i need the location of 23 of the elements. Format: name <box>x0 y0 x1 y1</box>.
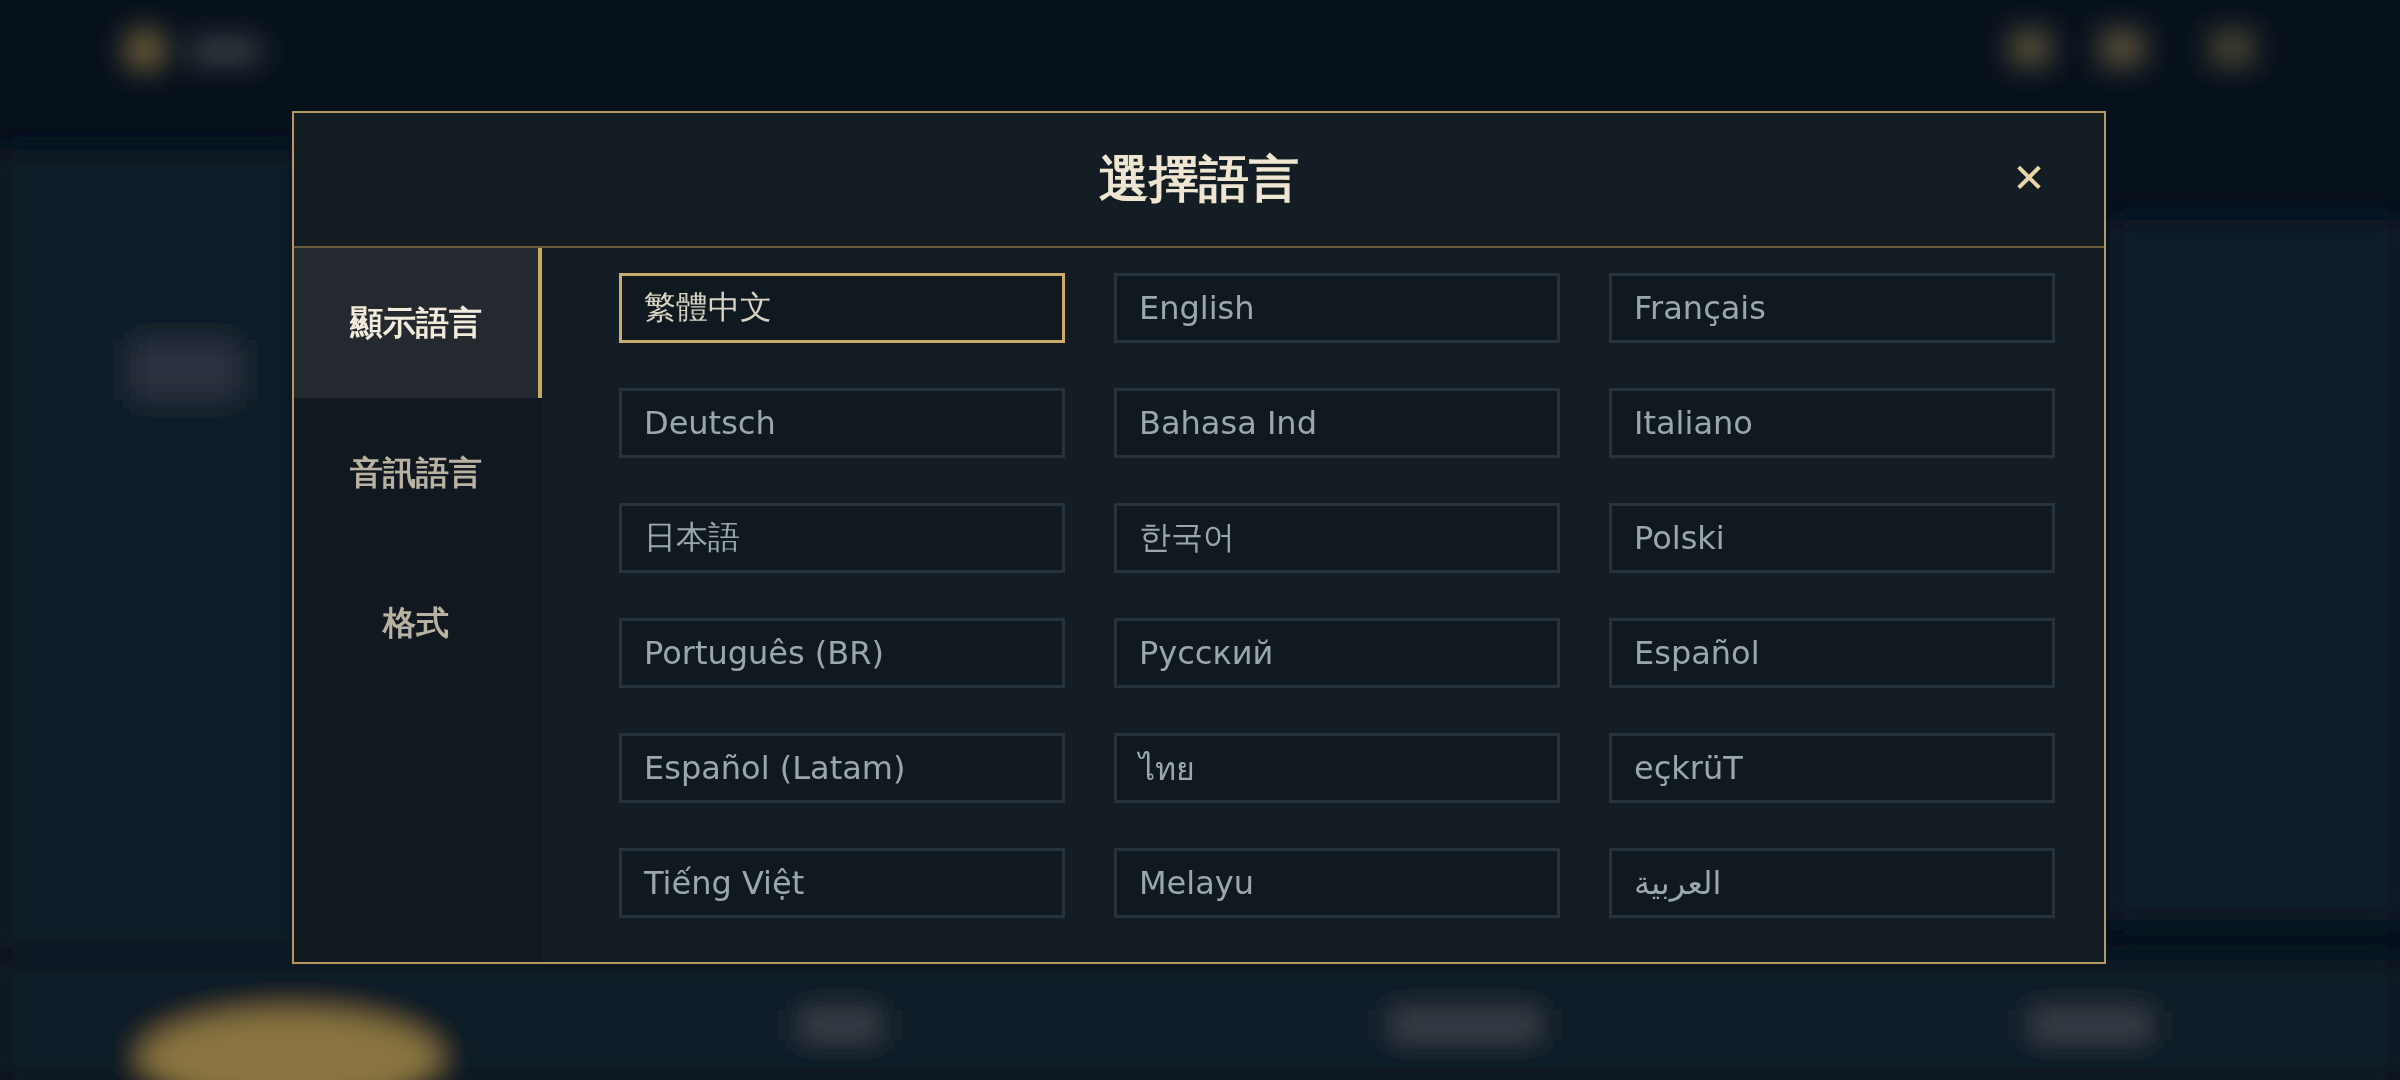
language-option[interactable]: 繁體中文 <box>619 273 1065 343</box>
language-option[interactable]: Français <box>1609 273 2055 343</box>
language-option[interactable]: eçkrüT <box>1609 733 2055 803</box>
language-option[interactable]: Deutsch <box>619 388 1065 458</box>
sidebar-tab[interactable]: 顯示語言 <box>294 248 542 398</box>
language-option[interactable]: Русский <box>1114 618 1560 688</box>
language-option[interactable]: Bahasa Ind <box>1114 388 1560 458</box>
language-option[interactable]: Polski <box>1609 503 2055 573</box>
language-option[interactable]: Tiếng Việt <box>619 848 1065 918</box>
language-option[interactable]: 한국어 <box>1114 503 1560 573</box>
dialog-title: 選擇語言 <box>1099 149 1299 210</box>
sidebar-tab[interactable]: 音訊語言 <box>294 398 542 548</box>
language-option[interactable]: 日本語 <box>619 503 1065 573</box>
language-option[interactable]: Melayu <box>1114 848 1560 918</box>
language-option[interactable]: English <box>1114 273 1560 343</box>
language-option[interactable]: Italiano <box>1609 388 2055 458</box>
language-option[interactable]: Español (Latam) <box>619 733 1065 803</box>
language-option[interactable]: Português (BR) <box>619 618 1065 688</box>
language-option[interactable]: Español <box>1609 618 2055 688</box>
close-button[interactable]: ✕ <box>2004 153 2054 203</box>
sidebar-tab[interactable]: 格式 <box>294 548 542 698</box>
language-option[interactable]: ไทย <box>1114 733 1560 803</box>
language-option[interactable]: العربية <box>1609 848 2055 918</box>
